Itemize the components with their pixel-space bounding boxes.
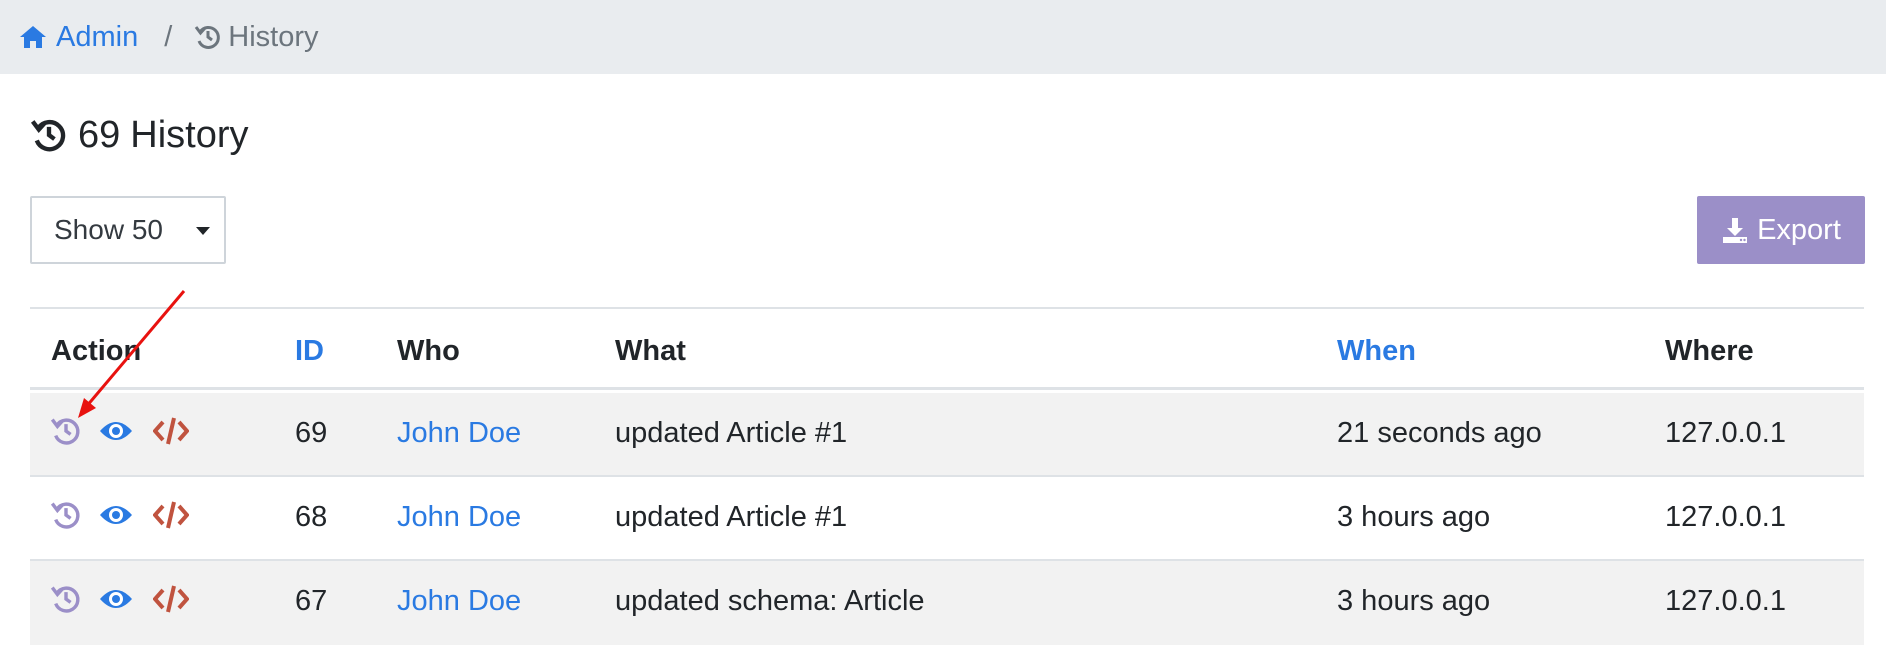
header-when[interactable]: When xyxy=(1337,335,1416,368)
export-button[interactable]: Export xyxy=(1697,196,1865,264)
restore-icon[interactable] xyxy=(50,583,82,615)
code-icon[interactable] xyxy=(153,499,189,531)
table-row: 67 John Doe updated schema: Article 3 ho… xyxy=(30,561,1864,645)
table-header-row: Action ID Who What When Where xyxy=(30,309,1864,390)
breadcrumb: Admin / History xyxy=(0,0,1886,74)
restore-icon[interactable] xyxy=(50,499,82,531)
eye-icon[interactable] xyxy=(98,417,134,445)
page-size-label: Show 50 xyxy=(54,214,163,245)
code-icon[interactable] xyxy=(153,415,189,447)
history-icon xyxy=(30,116,68,154)
table-row: 68 John Doe updated Article #1 3 hours a… xyxy=(30,477,1864,561)
history-icon xyxy=(194,23,222,51)
row-what: updated Article #1 xyxy=(615,501,848,533)
export-label: Export xyxy=(1757,213,1841,246)
header-what: What xyxy=(615,335,686,367)
table-row: 69 John Doe updated Article #1 21 second… xyxy=(30,393,1864,477)
page-title: 69 History xyxy=(30,110,249,160)
row-who-link[interactable]: John Doe xyxy=(397,585,521,618)
home-icon xyxy=(18,24,48,50)
breadcrumb-item-admin[interactable]: Admin xyxy=(18,21,138,54)
code-icon[interactable] xyxy=(153,583,189,615)
header-action: Action xyxy=(51,335,142,367)
history-count: 69 xyxy=(78,113,121,156)
row-where: 127.0.0.1 xyxy=(1665,501,1786,533)
row-what: updated Article #1 xyxy=(615,417,848,449)
row-when: 21 seconds ago xyxy=(1337,417,1542,449)
row-what: updated schema: Article xyxy=(615,585,925,617)
row-who-link[interactable]: John Doe xyxy=(397,417,521,450)
row-id: 68 xyxy=(295,501,328,533)
eye-icon[interactable] xyxy=(98,585,134,613)
row-who-link[interactable]: John Doe xyxy=(397,501,521,534)
header-who: Who xyxy=(397,335,460,367)
header-where: Where xyxy=(1665,335,1754,367)
breadcrumb-separator: / xyxy=(164,20,173,53)
breadcrumb-item-history: History xyxy=(194,20,319,54)
breadcrumb-admin-link[interactable]: Admin xyxy=(56,21,138,54)
download-icon xyxy=(1721,216,1749,244)
restore-icon[interactable] xyxy=(50,415,82,447)
row-when: 3 hours ago xyxy=(1337,501,1491,533)
row-when: 3 hours ago xyxy=(1337,585,1491,617)
row-where: 127.0.0.1 xyxy=(1665,585,1786,617)
page-size-select[interactable]: Show 50 xyxy=(30,196,226,264)
breadcrumb-current: History xyxy=(228,20,319,53)
eye-icon[interactable] xyxy=(98,501,134,529)
page-title-text: History xyxy=(130,113,249,156)
caret-down-icon xyxy=(196,227,210,235)
row-id: 69 xyxy=(295,417,328,449)
row-id: 67 xyxy=(295,585,328,617)
row-where: 127.0.0.1 xyxy=(1665,417,1786,449)
header-id[interactable]: ID xyxy=(295,335,324,368)
